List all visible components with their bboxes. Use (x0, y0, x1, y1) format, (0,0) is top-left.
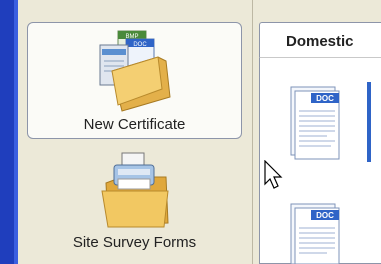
site-survey-forms-label: Site Survey Forms (72, 234, 197, 251)
tab-domestic[interactable]: Domestic (259, 22, 381, 58)
doc-file-icon[interactable]: DOC (285, 83, 343, 161)
left-accent-bar (0, 0, 14, 264)
doc-badge: DOC (133, 42, 147, 48)
partial-doc-edge (367, 82, 371, 162)
new-certificate-label: New Certificate (83, 116, 186, 133)
mouse-cursor-icon (264, 160, 283, 189)
content-area: Domestic DOC DOC (253, 0, 381, 264)
new-certificate-tile[interactable]: BMP DOC New Certificate (27, 22, 242, 139)
survey-printer-folder-icon (100, 152, 169, 228)
certificate-folder-icon: BMP DOC (99, 30, 171, 112)
doc-badge: DOC (316, 211, 334, 220)
doc-badge: DOC (316, 94, 334, 103)
site-survey-forms-tile[interactable]: Site Survey Forms (27, 145, 242, 260)
doc-file-icon[interactable]: DOC (285, 200, 343, 264)
